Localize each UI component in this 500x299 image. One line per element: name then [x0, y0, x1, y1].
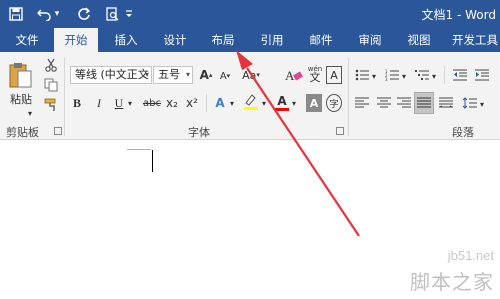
enclose-characters-icon[interactable]: 字	[326, 94, 342, 112]
font-name-value: 等线 (中文正文	[75, 68, 149, 81]
paste-icon[interactable]	[6, 60, 34, 90]
copy-icon[interactable]	[42, 76, 60, 94]
character-border-button[interactable]: A	[326, 66, 342, 84]
italic-button[interactable]: I	[92, 94, 106, 112]
ribbon: 粘贴 ▾ 剪贴板 等线 (中文正文 ▾ 五号 ▾ A ▴ A ▾ Aa ▾ A wén…	[0, 52, 500, 140]
tab-insert[interactable]: 插入	[104, 28, 148, 52]
print-preview-icon[interactable]	[102, 4, 122, 24]
group-separator	[348, 58, 349, 136]
text-effects-icon[interactable]: A	[212, 94, 228, 112]
chevron-down-icon: ▾	[144, 70, 149, 79]
clear-formatting-icon[interactable]: A	[284, 66, 304, 84]
font-color-icon[interactable]: A	[274, 92, 290, 112]
paste-button[interactable]: 粘贴	[8, 92, 34, 106]
font-dialog-launcher-icon[interactable]	[336, 127, 344, 135]
margin-mark	[127, 149, 151, 150]
tab-view[interactable]: 视图	[397, 28, 441, 52]
subscript-button[interactable]: x₂	[164, 94, 180, 112]
text-effects-dropdown-icon[interactable]: ▾	[228, 96, 236, 110]
strikethrough-button[interactable]: abc	[142, 94, 162, 112]
chevron-down-icon: ▾	[185, 70, 190, 79]
tab-references[interactable]: 引用	[250, 28, 294, 52]
phonetic-guide-button[interactable]: wén 文	[306, 64, 324, 84]
format-painter-icon[interactable]	[42, 96, 60, 114]
watermark-brand: 脚本之家	[410, 270, 494, 294]
tab-review[interactable]: 审阅	[348, 28, 392, 52]
increase-indent-icon[interactable]	[474, 66, 490, 84]
title-bar: ▾ 文档1 - Word	[0, 0, 500, 28]
character-shading-icon[interactable]: A	[306, 94, 322, 112]
line-spacing-dropdown-icon[interactable]: ▾	[478, 98, 486, 110]
underline-dropdown-icon[interactable]: ▾	[126, 96, 134, 110]
distributed-icon[interactable]	[438, 94, 454, 112]
tab-design[interactable]: 设计	[153, 28, 197, 52]
grow-font-button[interactable]: A ▴	[198, 66, 214, 84]
underline-button[interactable]: U	[112, 94, 126, 112]
numbering-dropdown-icon[interactable]: ▾	[400, 70, 408, 82]
font-size-select[interactable]: 五号 ▾	[153, 66, 193, 84]
watermark-url: jb51.net	[447, 248, 494, 263]
save-icon[interactable]	[6, 4, 26, 24]
multilevel-dropdown-icon[interactable]: ▾	[430, 70, 438, 82]
ribbon-tabs: 文件 开始 插入 设计 布局 引用 邮件 审阅 视图 开发工具	[0, 28, 500, 52]
clipboard-dialog-launcher-icon[interactable]	[54, 127, 62, 135]
change-case-button[interactable]: Aa ▾	[238, 66, 264, 84]
paste-dropdown-icon[interactable]: ▾	[24, 108, 36, 118]
font-group-label: 字体	[188, 126, 210, 139]
separator	[444, 66, 445, 84]
font-color-dropdown-icon[interactable]: ▾	[290, 96, 298, 110]
justify-icon[interactable]	[414, 92, 434, 114]
shrink-font-button[interactable]: A ▾	[218, 68, 232, 84]
cut-icon[interactable]	[42, 56, 60, 74]
separator	[206, 94, 207, 112]
bold-button[interactable]: B	[70, 94, 84, 112]
numbering-icon[interactable]: 123	[384, 66, 400, 84]
align-left-icon[interactable]	[354, 94, 370, 112]
window-title: 文档1 - Word	[421, 8, 496, 22]
refresh-icon[interactable]	[74, 4, 94, 24]
multilevel-list-icon[interactable]	[414, 66, 430, 84]
superscript-button[interactable]: x²	[184, 94, 200, 112]
customize-dropdown-icon[interactable]	[122, 4, 136, 24]
clipboard-group-label: 剪贴板	[6, 126, 39, 139]
tab-file[interactable]: 文件	[0, 28, 54, 52]
bullets-icon[interactable]	[354, 66, 370, 84]
tab-mailings[interactable]: 邮件	[299, 28, 343, 52]
highlight-icon[interactable]	[242, 92, 260, 112]
align-center-icon[interactable]	[376, 94, 392, 112]
paragraph-group-label: 段落	[452, 126, 474, 139]
highlight-dropdown-icon[interactable]: ▾	[260, 96, 268, 110]
line-spacing-icon[interactable]	[462, 94, 478, 112]
bullets-dropdown-icon[interactable]: ▾	[370, 70, 378, 82]
font-size-value: 五号	[158, 68, 180, 81]
undo-dropdown-icon[interactable]: ▾	[52, 4, 62, 24]
shrink-font-icon: A	[219, 70, 227, 82]
tab-developer[interactable]: 开发工具	[446, 28, 500, 52]
tab-layout[interactable]: 布局	[201, 28, 245, 52]
text-cursor	[152, 150, 153, 172]
group-separator	[64, 58, 65, 136]
svg-text:3: 3	[385, 77, 388, 81]
change-case-icon: Aa	[242, 68, 257, 82]
grow-font-icon: A	[199, 68, 209, 82]
font-name-select[interactable]: 等线 (中文正文 ▾	[70, 66, 152, 84]
undo-icon[interactable]	[34, 4, 54, 24]
decrease-indent-icon[interactable]	[452, 66, 468, 84]
tab-home[interactable]: 开始	[54, 28, 98, 52]
align-right-icon[interactable]	[396, 94, 412, 112]
